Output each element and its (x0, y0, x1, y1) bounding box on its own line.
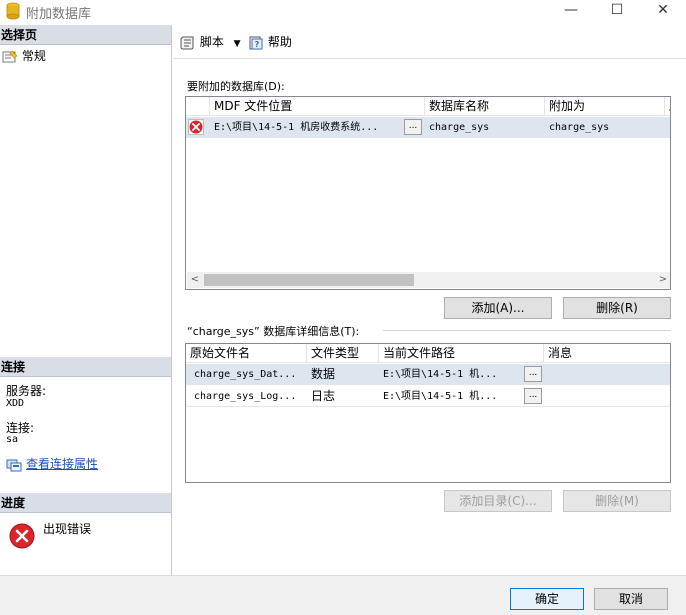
left-panel: 选择页 常规 连接 服务器: XDD 连接: sa 查看连接属性 进度 出现错误 (0, 25, 172, 575)
add-catalog-button[interactable]: 添加目录(C)... (444, 490, 552, 512)
column-original-file[interactable]: 原始文件名 (186, 344, 307, 363)
row-indicator-header (186, 97, 210, 116)
current-path-cell[interactable]: E:\项目\14-5-1 机... (379, 364, 524, 385)
column-attach-as[interactable]: 附加为 (545, 97, 665, 116)
horizontal-scrollbar[interactable]: < > (187, 272, 670, 288)
help-icon: ? (249, 36, 263, 49)
original-file-cell[interactable]: charge_sys_Log... (190, 386, 307, 407)
message-cell (544, 364, 670, 385)
table-row[interactable]: charge_sys_Dat... 数据 E:\项目\14-5-1 机... .… (186, 364, 670, 385)
attach-databases-label: 要附加的数据库(D): (187, 80, 285, 93)
database-details-label: “charge_sys” 数据库详细信息(T): (187, 323, 364, 339)
group-divider (383, 330, 671, 331)
script-button[interactable]: 脚本 ▼ (180, 33, 241, 51)
sidebar-item-label: 常规 (21, 49, 46, 63)
database-details-grid[interactable]: 原始文件名 文件类型 当前文件路径 消息 charge_sys_Dat... 数… (185, 343, 671, 483)
table-row[interactable]: charge_sys_Log... 日志 E:\项目\14-5-1 机... .… (186, 386, 670, 407)
scroll-right-icon[interactable]: > (655, 272, 670, 288)
remove-file-button[interactable]: 删除(M) (563, 490, 671, 512)
script-icon (180, 36, 194, 49)
current-path-cell[interactable]: E:\项目\14-5-1 机... (379, 386, 524, 407)
progress-status: 出现错误 (43, 522, 92, 536)
original-file-cell[interactable]: charge_sys_Dat... (190, 364, 307, 385)
close-button[interactable]: ✕ (640, 0, 686, 22)
column-current-path[interactable]: 当前文件路径 (379, 344, 544, 363)
column-file-type[interactable]: 文件类型 (307, 344, 379, 363)
title-bar: 附加数据库 — ☐ ✕ (0, 0, 686, 24)
file-type-cell[interactable]: 数据 (307, 364, 379, 385)
view-connection-properties-link[interactable]: 查看连接属性 (6, 455, 98, 472)
file-type-cell[interactable]: 日志 (307, 386, 379, 407)
server-label: 服务器: (6, 384, 47, 398)
settings-page-icon (2, 50, 18, 63)
column-message[interactable]: 消息 (544, 344, 670, 363)
column-database-name[interactable]: 数据库名称 (425, 97, 545, 116)
details-group: “charge_sys” 数据库详细信息(T): (187, 323, 671, 339)
cancel-button[interactable]: 取消 (594, 588, 668, 610)
ok-button[interactable]: 确定 (510, 588, 584, 610)
connection-header: 连接 (0, 357, 171, 377)
toolbar: 脚本 ▼ ? 帮助 (173, 25, 686, 59)
attach-databases-grid[interactable]: MDF 文件位置 数据库名称 附加为 所 E:\项目\14-5-1 机房收费系统… (185, 96, 671, 290)
chevron-down-icon[interactable]: ▼ (234, 39, 241, 49)
add-database-button[interactable]: 添加(A)... (444, 297, 552, 319)
scroll-left-icon[interactable]: < (187, 272, 203, 288)
browse-path-button[interactable]: ... (524, 366, 542, 382)
minimize-button[interactable]: — (548, 0, 594, 22)
svg-text:?: ? (255, 40, 260, 49)
sidebar-item-general[interactable]: 常规 (2, 47, 46, 65)
connection-value: sa (6, 434, 19, 445)
table-row[interactable]: E:\项目\14-5-1 机房收费系统... ... charge_sys ch… (186, 117, 670, 138)
view-connection-properties-text: 查看连接属性 (26, 457, 99, 471)
mdf-location-cell[interactable]: E:\项目\14-5-1 机房收费系统... (210, 117, 402, 138)
owner-cell[interactable]: s (665, 117, 670, 138)
attach-as-cell[interactable]: charge_sys (545, 117, 665, 138)
server-value: XDD (6, 398, 25, 409)
browse-path-button[interactable]: ... (524, 388, 542, 404)
database-icon (6, 2, 20, 20)
help-label: 帮助 (267, 35, 292, 49)
maximize-button[interactable]: ☐ (594, 0, 640, 22)
grid-header: 原始文件名 文件类型 当前文件路径 消息 (186, 344, 670, 363)
column-owner[interactable]: 所 (665, 97, 670, 116)
dialog-footer: 确定 取消 (0, 575, 686, 615)
message-cell (544, 386, 670, 407)
error-icon (188, 119, 204, 135)
browse-mdf-button[interactable]: ... (404, 119, 422, 135)
remove-database-button[interactable]: 删除(R) (563, 297, 671, 319)
database-name-cell[interactable]: charge_sys (425, 117, 545, 138)
window-title: 附加数据库 (26, 7, 92, 22)
help-button[interactable]: ? 帮助 (248, 33, 292, 51)
connection-properties-icon (6, 459, 22, 471)
progress-header: 进度 (0, 493, 171, 513)
grid-header: MDF 文件位置 数据库名称 附加为 所 (186, 97, 670, 116)
script-label: 脚本 (199, 35, 224, 49)
row-status-cell (186, 117, 210, 138)
select-page-header: 选择页 (0, 25, 171, 45)
scrollbar-thumb[interactable] (204, 274, 414, 286)
error-icon (9, 523, 35, 549)
column-mdf-location[interactable]: MDF 文件位置 (210, 97, 425, 116)
